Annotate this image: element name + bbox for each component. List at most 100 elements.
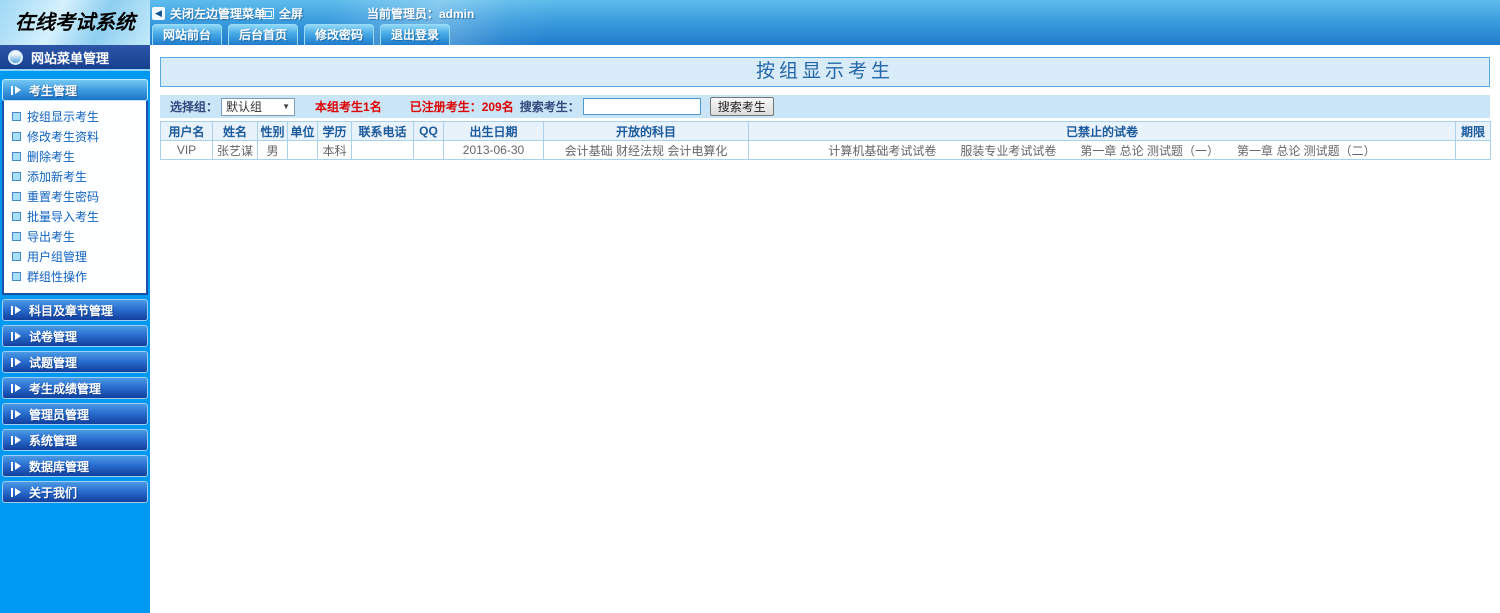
section-label: 管理员管理 (29, 406, 89, 423)
section-play-icon (11, 384, 22, 393)
sidebar-item-user-groups[interactable]: 用户组管理 (12, 246, 146, 266)
group-select-label: 选择组： (170, 98, 218, 115)
col-open-subjects: 开放的科目 (544, 122, 749, 141)
section-label: 科目及章节管理 (29, 302, 113, 319)
sidebar-item-add-examinee[interactable]: 添加新考生 (12, 166, 146, 186)
cell-name: 张艺谋 (213, 141, 258, 160)
toggle-left-menu-button[interactable]: ◀ 关闭左边管理菜单 (152, 5, 266, 22)
menu-square-icon (12, 192, 21, 201)
cell-open-subjects: 会计基础 财经法规 会计电算化 (544, 141, 749, 160)
section-play-icon (11, 488, 22, 497)
col-education: 学历 (318, 122, 352, 141)
sidebar-section-admins[interactable]: 管理员管理 (2, 403, 148, 425)
sidebar-item-label: 群组性操作 (27, 268, 87, 285)
cell-qq (414, 141, 444, 160)
sidebar-section-system[interactable]: 系统管理 (2, 429, 148, 451)
col-name: 姓名 (213, 122, 258, 141)
filter-bar: 选择组： 默认组 ▼ 本组考生1名 已注册考生：209名 搜索考生： 搜索考生 (160, 95, 1490, 118)
toggle-left-menu-label: 关闭左边管理菜单 (170, 5, 266, 22)
sidebar-item-reset-password[interactable]: 重置考生密码 (12, 186, 146, 206)
search-input[interactable] (583, 98, 701, 115)
cell-username: VIP (161, 141, 213, 160)
sidebar-section-questions[interactable]: 试题管理 (2, 351, 148, 373)
cell-gender: 男 (258, 141, 288, 160)
page-title: 按组显示考生 (160, 57, 1490, 87)
menu-square-icon (12, 112, 21, 121)
sidebar-section-about[interactable]: 关于我们 (2, 481, 148, 503)
section-play-icon (11, 358, 22, 367)
fullscreen-button[interactable]: 全屏 (262, 5, 303, 22)
section-play-icon (11, 410, 22, 419)
cell-birthdate: 2013-06-30 (444, 141, 544, 160)
sidebar-item-edit-examinee[interactable]: 修改考生资料 (12, 126, 146, 146)
main-content: 按组显示考生 选择组： 默认组 ▼ 本组考生1名 已注册考生：209名 搜索考生… (150, 45, 1500, 613)
sidebar-item-label: 批量导入考生 (27, 208, 99, 225)
sidebar-item-label: 导出考生 (27, 228, 75, 245)
section-label: 考生管理 (29, 82, 77, 99)
sidebar-item-label: 删除考生 (27, 148, 75, 165)
sidebar-section-subjects[interactable]: 科目及章节管理 (2, 299, 148, 321)
sidebar-item-label: 用户组管理 (27, 248, 87, 265)
col-gender: 性别 (258, 122, 288, 141)
menu-square-icon (12, 172, 21, 181)
section-label: 考生成绩管理 (29, 380, 101, 397)
sidebar-section-examinee-management[interactable]: 考生管理 (2, 79, 148, 101)
col-deadline: 期限 (1456, 122, 1491, 141)
section-label: 系统管理 (29, 432, 77, 449)
header-tab-bar: 网站前台 后台首页 修改密码 退出登录 (152, 24, 450, 45)
section-play-icon (11, 436, 22, 445)
cell-deadline (1456, 141, 1491, 160)
tab-admin-home[interactable]: 后台首页 (228, 24, 298, 45)
cell-unit (288, 141, 318, 160)
sidebar-section-papers[interactable]: 试卷管理 (2, 325, 148, 347)
col-username: 用户名 (161, 122, 213, 141)
sidebar-section-scores[interactable]: 考生成绩管理 (2, 377, 148, 399)
sidebar-item-label: 重置考生密码 (27, 188, 99, 205)
col-banned-papers: 已禁止的试卷 (749, 122, 1456, 141)
group-select[interactable]: 默认组 ▼ (221, 98, 295, 116)
sidebar-item-group-operations[interactable]: 群组性操作 (12, 266, 146, 286)
tab-change-password[interactable]: 修改密码 (304, 24, 374, 45)
sidebar-title-label: 网站菜单管理 (31, 48, 109, 67)
section-play-icon (11, 306, 22, 315)
col-qq: QQ (414, 122, 444, 141)
fullscreen-icon (262, 8, 274, 19)
fullscreen-label: 全屏 (279, 5, 303, 22)
menu-square-icon (12, 252, 21, 261)
sidebar: 网站菜单管理 考生管理 按组显示考生 修改考生资料 删除考生 添加新考生 重置考… (0, 45, 150, 613)
tab-site-frontend[interactable]: 网站前台 (152, 24, 222, 45)
search-button[interactable]: 搜索考生 (710, 97, 774, 116)
col-unit: 单位 (288, 122, 318, 141)
sidebar-item-label: 修改考生资料 (27, 128, 99, 145)
menu-circle-icon (8, 50, 23, 65)
sidebar-item-label: 按组显示考生 (27, 108, 99, 125)
col-birthdate: 出生日期 (444, 122, 544, 141)
top-header: 在线考试系统 ◀ 关闭左边管理菜单 全屏 当前管理员：admin 网站前台 后台… (0, 0, 1500, 45)
sidebar-section-database[interactable]: 数据库管理 (2, 455, 148, 477)
cell-education: 本科 (318, 141, 352, 160)
section-label: 试题管理 (29, 354, 77, 371)
search-label: 搜索考生： (520, 98, 580, 115)
col-phone: 联系电话 (352, 122, 414, 141)
cell-banned-papers: 计算机基础考试试卷 服装专业考试试卷 第一章 总论 测试题（一） 第一章 总论 … (749, 141, 1456, 160)
menu-square-icon (12, 132, 21, 141)
chevron-down-icon: ▼ (282, 102, 290, 111)
tab-logout[interactable]: 退出登录 (380, 24, 450, 45)
section-label: 关于我们 (29, 484, 77, 501)
registered-count-text: 已注册考生：209名 (410, 98, 514, 115)
sidebar-item-export-examinee[interactable]: 导出考生 (12, 226, 146, 246)
collapse-left-arrow-icon: ◀ (152, 7, 165, 20)
table-header-row: 用户名 姓名 性别 单位 学历 联系电话 QQ 出生日期 开放的科目 已禁止的试… (161, 122, 1491, 141)
section-label: 数据库管理 (29, 458, 89, 475)
section-play-icon (11, 86, 22, 95)
table-row: VIP 张艺谋 男 本科 2013-06-30 会计基础 财经法规 会计电算化 … (161, 141, 1491, 160)
sidebar-item-batch-import[interactable]: 批量导入考生 (12, 206, 146, 226)
menu-square-icon (12, 272, 21, 281)
sidebar-item-show-by-group[interactable]: 按组显示考生 (12, 106, 146, 126)
current-admin-label: 当前管理员：admin (367, 5, 474, 22)
examinee-table: 用户名 姓名 性别 单位 学历 联系电话 QQ 出生日期 开放的科目 已禁止的试… (160, 121, 1491, 160)
menu-square-icon (12, 232, 21, 241)
sidebar-title-bar: 网站菜单管理 (0, 45, 150, 71)
sidebar-item-delete-examinee[interactable]: 删除考生 (12, 146, 146, 166)
app-logo: 在线考试系统 (0, 0, 150, 45)
